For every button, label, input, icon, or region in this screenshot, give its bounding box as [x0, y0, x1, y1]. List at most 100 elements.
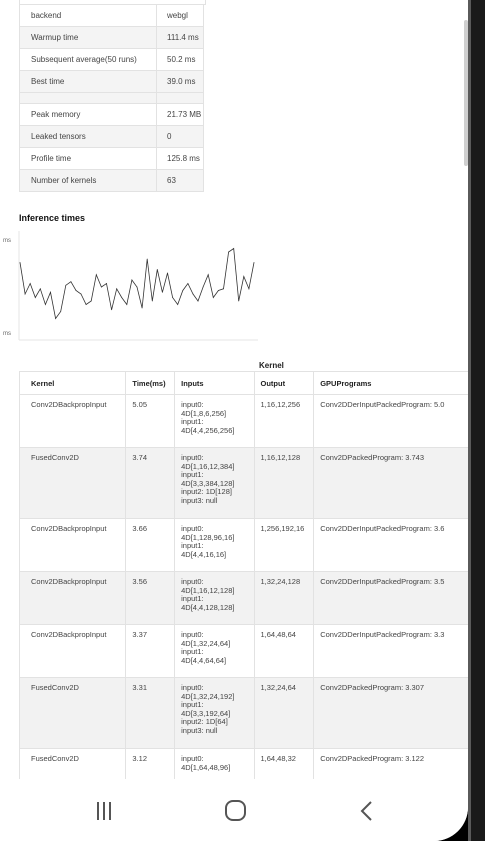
inference-time-point — [141, 307, 143, 309]
inference-time-point — [207, 274, 209, 276]
back-button[interactable] — [320, 780, 410, 841]
stat-value: 39.0 ms — [156, 70, 204, 93]
kernel-output: 1,256,192,16 — [253, 518, 314, 572]
kernel-inputs: input0: 4D[1,128,96,16] input1: 4D[4,4,1… — [174, 518, 254, 572]
stat-label: Warmup time — [19, 26, 157, 49]
recent-apps-icon — [97, 802, 111, 820]
kernel-gpu-programs: Conv2DDerInputPackedProgram: 5.0 — [313, 394, 468, 448]
inference-time-point — [116, 288, 118, 290]
kernel-row: Conv2DBackpropInput 5.05 input0: 4D[1,8,… — [18, 394, 468, 448]
inference-time-point — [106, 283, 107, 284]
kernel-time: 3.12 — [125, 748, 175, 779]
inference-time-point — [45, 304, 46, 305]
stat-value: 50.2 ms — [156, 48, 204, 71]
stat-value: webgl — [156, 4, 204, 27]
kernel-row: FusedConv2D 3.31 input0: 4D[1,32,24,192]… — [18, 677, 468, 749]
kernel-time: 3.37 — [125, 624, 175, 678]
inference-time-point — [172, 297, 174, 298]
inference-time-point — [80, 293, 82, 295]
inference-time-point — [248, 288, 250, 290]
kernel-time: 5.05 — [125, 394, 175, 448]
inference-time-point — [212, 297, 214, 298]
inference-time-point — [126, 304, 128, 305]
stat-row: Peak memory 21.73 MB — [19, 103, 204, 126]
home-button[interactable] — [190, 780, 280, 841]
stat-value: 63 — [156, 169, 204, 192]
kernel-table: Kernel Time(ms) Inputs Output GPUProgram… — [18, 371, 468, 779]
kernel-inputs: input0: 4D[1,8,6,256] input1: 4D[4,4,256… — [174, 394, 254, 448]
inference-time-point — [162, 291, 163, 293]
kernel-row: Conv2DBackpropInput 3.56 input0: 4D[1,16… — [18, 571, 468, 625]
inference-time-point — [55, 318, 56, 319]
inference-time-point — [228, 251, 230, 253]
kernel-output: 1,16,12,128 — [253, 447, 314, 519]
kernel-name: Conv2DBackpropInput — [18, 518, 126, 572]
stat-value: 111.4 ms — [156, 26, 204, 49]
kernel-name: FusedConv2D — [18, 447, 126, 519]
kernel-time: 3.66 — [125, 518, 175, 572]
kernel-inputs: input0: 4D[1,32,24,192] input1: 4D[3,3,1… — [174, 677, 254, 749]
stat-row: backend webgl — [19, 4, 204, 27]
kernel-row: FusedConv2D 3.74 input0: 4D[1,16,12,384]… — [18, 447, 468, 519]
kernel-output: 1,16,12,256 — [253, 394, 314, 448]
inference-time-point — [131, 279, 133, 281]
inference-time-point — [121, 297, 123, 298]
kernel-output: 1,64,48,64 — [253, 624, 314, 678]
stat-label: Peak memory — [19, 103, 157, 126]
header-time: Time(ms) — [125, 371, 175, 395]
inference-times-series-line — [19, 247, 255, 320]
header-inputs: Inputs — [174, 371, 254, 395]
inference-time-point — [50, 291, 51, 293]
recent-apps-button[interactable] — [58, 780, 148, 841]
stat-row: Leaked tensors 0 — [19, 125, 204, 148]
kernel-row: Conv2DBackpropInput 3.37 input0: 4D[1,32… — [18, 624, 468, 678]
inference-times-title: Inference times — [19, 213, 86, 223]
kernel-time: 3.56 — [125, 571, 175, 625]
inference-time-point — [253, 262, 255, 263]
inference-time-point — [136, 286, 138, 288]
stat-row: Best time 39.0 ms — [19, 70, 204, 93]
inference-time-point — [101, 286, 102, 288]
inference-time-point — [34, 297, 36, 298]
kernel-gpu-programs: Conv2DDerInputPackedProgram: 3.3 — [313, 624, 468, 678]
inference-time-point — [187, 283, 189, 284]
stat-label: Leaked tensors — [19, 125, 157, 148]
inference-time-point — [197, 300, 199, 302]
kernel-table-caption: Kernel — [259, 361, 284, 370]
inference-time-point — [151, 300, 153, 302]
inference-time-point — [70, 281, 72, 283]
kernel-gpu-programs: Conv2DPackedProgram: 3.743 — [313, 447, 468, 519]
inference-time-point — [202, 286, 204, 288]
back-icon — [360, 801, 372, 821]
inference-time-point — [167, 272, 168, 274]
kernel-inputs: input0: 4D[1,16,12,384] input1: 4D[3,3,3… — [174, 447, 254, 519]
inference-time-point — [111, 309, 112, 311]
inference-time-point — [238, 300, 240, 302]
stat-value: 0 — [156, 125, 204, 148]
inference-time-point — [29, 283, 31, 284]
kernel-inputs: input0: 4D[1,16,12,128] input1: 4D[4,4,1… — [174, 571, 254, 625]
stat-row: Number of kernels 63 — [19, 169, 204, 192]
stat-value: 125.8 ms — [156, 147, 204, 170]
header-gpu-programs: GPUPrograms — [313, 371, 468, 395]
inference-time-point — [95, 274, 97, 276]
kernel-name: Conv2DBackpropInput — [18, 571, 126, 625]
kernel-gpu-programs: Conv2DDerInputPackedProgram: 3.5 — [313, 571, 468, 625]
kernel-gpu-programs: Conv2DPackedProgram: 3.122 — [313, 748, 468, 779]
kernel-inputs: input0: 4D[1,64,48,96] — [174, 748, 254, 779]
kernel-output: 1,32,24,128 — [253, 571, 314, 625]
inference-time-point — [75, 290, 77, 291]
kernel-gpu-programs: Conv2DPackedProgram: 3.307 — [313, 677, 468, 749]
stat-label: Profile time — [19, 147, 157, 170]
kernel-name: Conv2DBackpropInput — [18, 624, 126, 678]
inference-time-point — [65, 284, 67, 286]
y-axis-top-label: ms — [3, 238, 11, 244]
header-kernel: Kernel — [18, 371, 126, 395]
inference-time-point — [233, 248, 235, 249]
stat-row: Warmup time 111.4 ms — [19, 26, 204, 49]
device-frame — [468, 0, 485, 841]
inference-time-point — [218, 290, 219, 291]
header-output: Output — [253, 371, 314, 395]
kernel-output: 1,64,48,32 — [253, 748, 314, 779]
stat-label: Subsequent average(50 runs) — [19, 48, 157, 71]
